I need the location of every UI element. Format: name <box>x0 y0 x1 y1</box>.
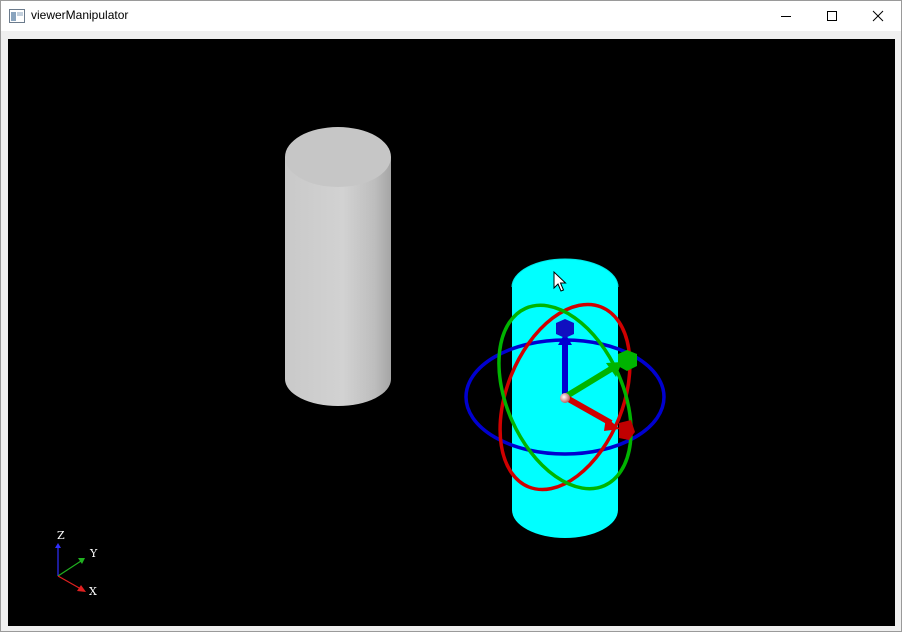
gray-cylinder[interactable] <box>285 127 391 406</box>
axis-label-x: X <box>89 585 97 598</box>
window-title: viewerManipulator <box>31 8 129 22</box>
minimize-icon <box>781 16 791 17</box>
close-button[interactable] <box>855 1 901 31</box>
title-bar[interactable]: viewerManipulator <box>1 1 901 31</box>
maximize-button[interactable] <box>809 1 855 31</box>
app-icon <box>9 9 25 23</box>
axis-label-z: Z <box>57 529 65 542</box>
viewer-area: Z Y X <box>8 39 895 626</box>
3d-viewport[interactable]: Z Y X <box>8 39 895 626</box>
application-window: viewerManipulator Z Y X <box>0 0 902 632</box>
maximize-icon <box>827 11 837 21</box>
manipulator-center[interactable] <box>560 393 570 403</box>
minimize-button[interactable] <box>763 1 809 31</box>
close-icon <box>872 10 884 22</box>
axis-label-y: Y <box>89 547 98 560</box>
axis-triad: Z Y X <box>55 529 98 598</box>
